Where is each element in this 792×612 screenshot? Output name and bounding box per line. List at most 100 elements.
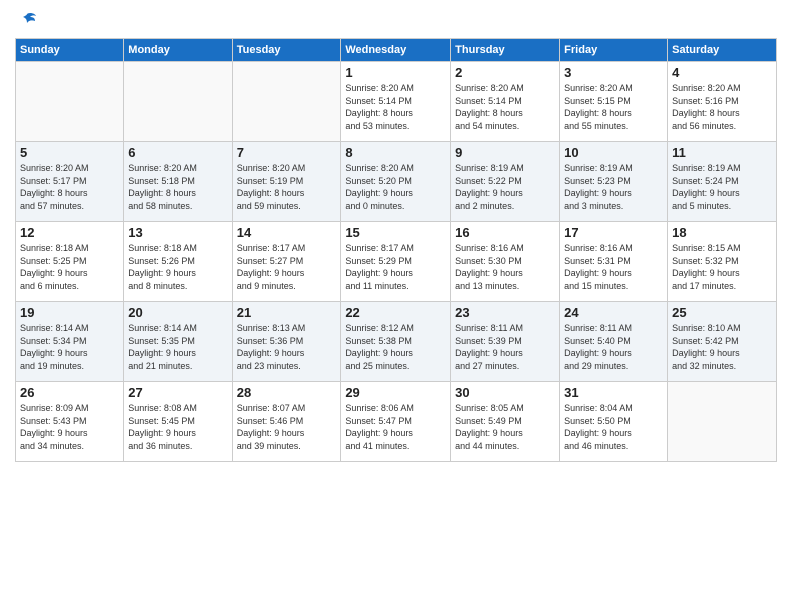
day-info: Sunrise: 8:16 AM Sunset: 5:31 PM Dayligh…	[564, 242, 663, 292]
day-info: Sunrise: 8:09 AM Sunset: 5:43 PM Dayligh…	[20, 402, 119, 452]
day-number: 5	[20, 145, 119, 160]
calendar-cell: 10 Sunrise: 8:19 AM Sunset: 5:23 PM Dayli…	[560, 142, 668, 222]
day-number: 28	[237, 385, 337, 400]
calendar-cell: 8 Sunrise: 8:20 AM Sunset: 5:20 PM Daylig…	[341, 142, 451, 222]
day-info: Sunrise: 8:17 AM Sunset: 5:27 PM Dayligh…	[237, 242, 337, 292]
day-number: 2	[455, 65, 555, 80]
day-info: Sunrise: 8:20 AM Sunset: 5:19 PM Dayligh…	[237, 162, 337, 212]
day-info: Sunrise: 8:19 AM Sunset: 5:24 PM Dayligh…	[672, 162, 772, 212]
weekday-header-row: SundayMondayTuesdayWednesdayThursdayFrid…	[16, 39, 777, 62]
day-number: 25	[672, 305, 772, 320]
day-info: Sunrise: 8:05 AM Sunset: 5:49 PM Dayligh…	[455, 402, 555, 452]
day-info: Sunrise: 8:20 AM Sunset: 5:14 PM Dayligh…	[455, 82, 555, 132]
day-number: 7	[237, 145, 337, 160]
day-number: 9	[455, 145, 555, 160]
day-number: 4	[672, 65, 772, 80]
day-number: 26	[20, 385, 119, 400]
day-number: 3	[564, 65, 663, 80]
day-number: 1	[345, 65, 446, 80]
calendar-cell: 19 Sunrise: 8:14 AM Sunset: 5:34 PM Dayli…	[16, 302, 124, 382]
week-row-2: 5Sunrise: 8:20 AM Sunset: 5:17 PM Daylig…	[16, 142, 777, 222]
day-number: 21	[237, 305, 337, 320]
calendar-cell: 29 Sunrise: 8:06 AM Sunset: 5:47 PM Dayli…	[341, 382, 451, 462]
day-number: 31	[564, 385, 663, 400]
calendar-cell: 1 Sunrise: 8:20 AM Sunset: 5:14 PM Daylig…	[341, 62, 451, 142]
calendar-cell	[668, 382, 777, 462]
day-info: Sunrise: 8:14 AM Sunset: 5:35 PM Dayligh…	[128, 322, 227, 372]
day-number: 23	[455, 305, 555, 320]
day-info: Sunrise: 8:18 AM Sunset: 5:26 PM Dayligh…	[128, 242, 227, 292]
day-info: Sunrise: 8:14 AM Sunset: 5:34 PM Dayligh…	[20, 322, 119, 372]
calendar-cell: 16 Sunrise: 8:16 AM Sunset: 5:30 PM Dayli…	[451, 222, 560, 302]
day-number: 20	[128, 305, 227, 320]
calendar-cell: 22Sunrise: 8:12 AM Sunset: 5:38 PM Dayli…	[341, 302, 451, 382]
day-info: Sunrise: 8:19 AM Sunset: 5:23 PM Dayligh…	[564, 162, 663, 212]
day-info: Sunrise: 8:18 AM Sunset: 5:25 PM Dayligh…	[20, 242, 119, 292]
logo	[15, 10, 37, 30]
day-number: 10	[564, 145, 663, 160]
calendar-cell: 15 Sunrise: 8:17 AM Sunset: 5:29 PM Dayli…	[341, 222, 451, 302]
day-number: 8	[345, 145, 446, 160]
day-info: Sunrise: 8:08 AM Sunset: 5:45 PM Dayligh…	[128, 402, 227, 452]
weekday-sunday: Sunday	[16, 39, 124, 62]
calendar-cell: 17Sunrise: 8:16 AM Sunset: 5:31 PM Dayli…	[560, 222, 668, 302]
day-info: Sunrise: 8:13 AM Sunset: 5:36 PM Dayligh…	[237, 322, 337, 372]
day-info: Sunrise: 8:11 AM Sunset: 5:39 PM Dayligh…	[455, 322, 555, 372]
day-info: Sunrise: 8:20 AM Sunset: 5:15 PM Dayligh…	[564, 82, 663, 132]
day-number: 19	[20, 305, 119, 320]
calendar-cell: 2 Sunrise: 8:20 AM Sunset: 5:14 PM Daylig…	[451, 62, 560, 142]
day-info: Sunrise: 8:20 AM Sunset: 5:20 PM Dayligh…	[345, 162, 446, 212]
day-info: Sunrise: 8:20 AM Sunset: 5:14 PM Dayligh…	[345, 82, 446, 132]
calendar-cell: 4 Sunrise: 8:20 AM Sunset: 5:16 PM Daylig…	[668, 62, 777, 142]
calendar-cell: 6 Sunrise: 8:20 AM Sunset: 5:18 PM Daylig…	[124, 142, 232, 222]
calendar-cell: 26 Sunrise: 8:09 AM Sunset: 5:43 PM Dayli…	[16, 382, 124, 462]
weekday-friday: Friday	[560, 39, 668, 62]
day-number: 29	[345, 385, 446, 400]
weekday-thursday: Thursday	[451, 39, 560, 62]
weekday-monday: Monday	[124, 39, 232, 62]
day-info: Sunrise: 8:15 AM Sunset: 5:32 PM Dayligh…	[672, 242, 772, 292]
day-number: 22	[345, 305, 446, 320]
day-info: Sunrise: 8:20 AM Sunset: 5:18 PM Dayligh…	[128, 162, 227, 212]
day-number: 16	[455, 225, 555, 240]
day-number: 12	[20, 225, 119, 240]
calendar-cell: 11 Sunrise: 8:19 AM Sunset: 5:24 PM Dayli…	[668, 142, 777, 222]
calendar-cell: 12 Sunrise: 8:18 AM Sunset: 5:25 PM Dayli…	[16, 222, 124, 302]
calendar-cell: 13 Sunrise: 8:18 AM Sunset: 5:26 PM Dayli…	[124, 222, 232, 302]
calendar-cell: 23 Sunrise: 8:11 AM Sunset: 5:39 PM Dayli…	[451, 302, 560, 382]
calendar-page: SundayMondayTuesdayWednesdayThursdayFrid…	[0, 0, 792, 612]
calendar-cell: 18 Sunrise: 8:15 AM Sunset: 5:32 PM Dayli…	[668, 222, 777, 302]
day-info: Sunrise: 8:11 AM Sunset: 5:40 PM Dayligh…	[564, 322, 663, 372]
day-info: Sunrise: 8:17 AM Sunset: 5:29 PM Dayligh…	[345, 242, 446, 292]
day-info: Sunrise: 8:10 AM Sunset: 5:42 PM Dayligh…	[672, 322, 772, 372]
day-number: 27	[128, 385, 227, 400]
day-number: 15	[345, 225, 446, 240]
week-row-1: 1 Sunrise: 8:20 AM Sunset: 5:14 PM Daylig…	[16, 62, 777, 142]
calendar-cell	[232, 62, 341, 142]
day-info: Sunrise: 8:16 AM Sunset: 5:30 PM Dayligh…	[455, 242, 555, 292]
day-number: 24	[564, 305, 663, 320]
calendar-cell	[16, 62, 124, 142]
calendar-cell: 20 Sunrise: 8:14 AM Sunset: 5:35 PM Dayli…	[124, 302, 232, 382]
calendar-table: SundayMondayTuesdayWednesdayThursdayFrid…	[15, 38, 777, 462]
day-info: Sunrise: 8:07 AM Sunset: 5:46 PM Dayligh…	[237, 402, 337, 452]
calendar-cell: 9 Sunrise: 8:19 AM Sunset: 5:22 PM Daylig…	[451, 142, 560, 222]
day-number: 30	[455, 385, 555, 400]
day-info: Sunrise: 8:19 AM Sunset: 5:22 PM Dayligh…	[455, 162, 555, 212]
day-number: 14	[237, 225, 337, 240]
day-info: Sunrise: 8:20 AM Sunset: 5:16 PM Dayligh…	[672, 82, 772, 132]
calendar-cell: 5Sunrise: 8:20 AM Sunset: 5:17 PM Daylig…	[16, 142, 124, 222]
calendar-cell: 14 Sunrise: 8:17 AM Sunset: 5:27 PM Dayli…	[232, 222, 341, 302]
day-number: 13	[128, 225, 227, 240]
calendar-cell: 28 Sunrise: 8:07 AM Sunset: 5:46 PM Dayli…	[232, 382, 341, 462]
calendar-cell: 30 Sunrise: 8:05 AM Sunset: 5:49 PM Dayli…	[451, 382, 560, 462]
calendar-cell: 3 Sunrise: 8:20 AM Sunset: 5:15 PM Daylig…	[560, 62, 668, 142]
calendar-cell	[124, 62, 232, 142]
calendar-cell: 31Sunrise: 8:04 AM Sunset: 5:50 PM Dayli…	[560, 382, 668, 462]
calendar-cell: 21 Sunrise: 8:13 AM Sunset: 5:36 PM Dayli…	[232, 302, 341, 382]
day-info: Sunrise: 8:06 AM Sunset: 5:47 PM Dayligh…	[345, 402, 446, 452]
day-number: 18	[672, 225, 772, 240]
day-number: 6	[128, 145, 227, 160]
calendar-cell: 24 Sunrise: 8:11 AM Sunset: 5:40 PM Dayli…	[560, 302, 668, 382]
day-number: 11	[672, 145, 772, 160]
